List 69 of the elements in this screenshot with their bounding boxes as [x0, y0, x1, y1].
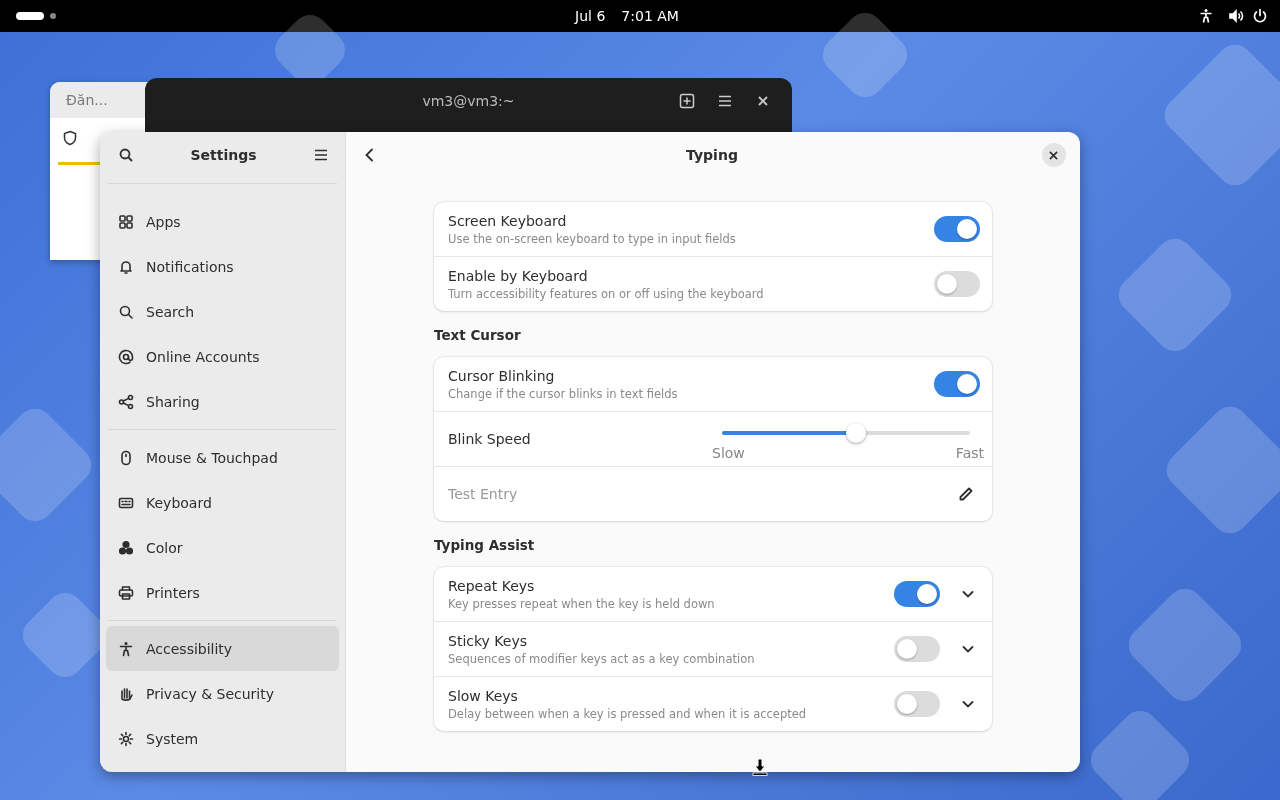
accessibility-icon: [118, 640, 134, 657]
toggle-switch[interactable]: [894, 636, 940, 662]
activities-button[interactable]: [16, 12, 56, 20]
gear-icon: [118, 730, 134, 747]
row-subtitle: Change if the cursor blinks in text fields: [448, 386, 679, 401]
slider-mark-label: Fast: [955, 445, 984, 461]
sidebar-item[interactable]: Color: [106, 525, 339, 570]
row-title: Repeat Keys: [448, 577, 536, 594]
at-sign-icon: [118, 348, 134, 365]
slider-track[interactable]: [722, 423, 970, 443]
menu-icon[interactable]: [313, 147, 329, 163]
test-entry-field[interactable]: Test Entry: [434, 466, 992, 521]
sidebar-item[interactable]: Keyboard: [106, 480, 339, 525]
page-title: Typing: [686, 147, 738, 163]
row-title: Screen Keyboard: [448, 212, 568, 229]
new-tab-icon[interactable]: [679, 93, 695, 109]
toggle-switch[interactable]: [934, 216, 980, 242]
close-icon[interactable]: [758, 96, 768, 106]
row-subtitle: Sequences of modifier keys act as a key combination: [448, 651, 756, 666]
sidebar-item[interactable]: Apps: [106, 199, 339, 244]
row-title: Slow Keys: [448, 687, 519, 704]
search-icon: [118, 303, 134, 320]
row-subtitle: Turn accessibility features on or off using the keyboard: [448, 286, 765, 301]
row-title: Cursor Blinking: [448, 367, 556, 384]
volume-icon[interactable]: [1228, 8, 1244, 24]
sidebar-item[interactable]: Accessibility: [106, 626, 339, 671]
power-icon[interactable]: [1252, 8, 1268, 24]
bell-icon: [118, 258, 134, 275]
sidebar-item[interactable]: System: [106, 716, 339, 761]
toggle-switch[interactable]: [894, 581, 940, 607]
sidebar-item[interactable]: Printers: [106, 570, 339, 615]
pencil-icon: [958, 486, 974, 502]
row-subtitle: Key presses repeat when the key is held down: [448, 596, 716, 611]
row-subtitle: Use the on-screen keyboard to type in input fields: [448, 231, 737, 246]
row-title: Enable by Keyboard: [448, 267, 589, 284]
sidebar-item[interactable]: Search: [106, 289, 339, 334]
color-circles-icon: [118, 539, 134, 556]
window-title: vm3@vm3:~: [422, 93, 515, 109]
close-button[interactable]: [1042, 143, 1066, 167]
sidebar-item[interactable]: Online Accounts: [106, 334, 339, 379]
toggle-switch[interactable]: [934, 271, 980, 297]
test-entry-input[interactable]: Test Entry: [448, 468, 948, 520]
slider-thumb[interactable]: [845, 423, 866, 443]
sidebar-item[interactable]: Sharing: [106, 379, 339, 424]
printer-icon: [118, 584, 134, 601]
search-icon[interactable]: [118, 147, 134, 163]
share-icon: [118, 393, 134, 410]
window-title: Đăn...: [66, 92, 108, 108]
accessibility-icon[interactable]: [1198, 8, 1214, 24]
sidebar-item[interactable]: Privacy & Security: [106, 671, 339, 716]
shield-icon[interactable]: [62, 130, 78, 146]
toggle-switch[interactable]: [934, 371, 980, 397]
row-title: Blink Speed: [448, 431, 532, 447]
close-icon: [1049, 150, 1059, 160]
hand-icon: [118, 685, 134, 702]
toggle-switch[interactable]: [894, 691, 940, 717]
sidebar-item[interactable]: Notifications: [106, 244, 339, 289]
section-heading: Text Cursor: [434, 327, 522, 343]
date-text[interactable]: Jul 6: [575, 8, 606, 24]
clock-text[interactable]: 7:01 AM: [621, 8, 679, 24]
slider-mark-label: Slow: [712, 445, 745, 461]
row-subtitle: Delay between when a key is pressed and when it is accepted: [448, 706, 808, 721]
section-heading: Typing Assist: [434, 537, 536, 553]
mouse-icon: [118, 449, 134, 466]
apps-grid-icon: [118, 213, 134, 230]
menu-icon[interactable]: [717, 93, 733, 109]
row-title: Sticky Keys: [448, 632, 528, 649]
sidebar-item[interactable]: Mouse & Touchpad: [106, 435, 339, 480]
sidebar-title: Settings: [190, 147, 257, 163]
